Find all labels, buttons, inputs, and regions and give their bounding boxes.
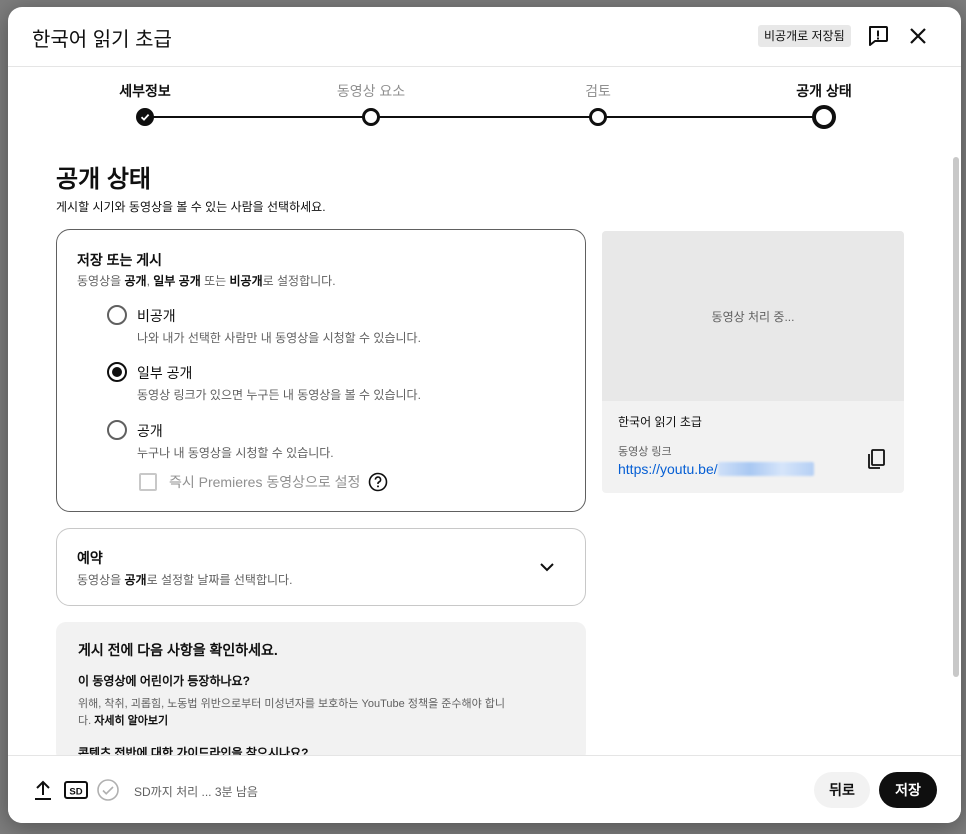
premiere-option: 즉시 Premieres 동영상으로 설정 [139,471,388,493]
radio-unlisted[interactable]: 일부 공개 동영상 링크가 있으면 누구든 내 동영상을 볼 수 있습니다. [107,362,567,408]
back-button[interactable]: 뒤로 [814,772,870,808]
check-circle-icon [96,778,120,802]
dialog-header: 한국어 읽기 초급 비공개로 저장됨 [8,7,961,67]
chevron-down-icon[interactable] [537,557,557,577]
step-elements-label[interactable]: 동영상 요소 [337,81,405,101]
schedule-subtitle: 동영상을 공개로 설정할 날짜를 선택합니다. [77,573,293,587]
schedule-title: 예약 [77,550,103,566]
radio-unlisted-label: 일부 공개 [137,365,193,381]
radio-private-desc: 나와 내가 선택한 사람만 내 동영상을 시청할 수 있습니다. [137,331,421,345]
radio-public[interactable]: 공개 누구나 내 동영상을 시청할 수 있습니다. [107,420,567,466]
video-link[interactable]: https://youtu.be/ [618,461,814,477]
schedule-card[interactable]: 예약 동영상을 공개로 설정할 날짜를 선택합니다. [56,528,586,606]
radio-public-label: 공개 [137,423,163,439]
radio-public-desc: 누구나 내 동영상을 시청할 수 있습니다. [137,446,334,460]
save-or-publish-title: 저장 또는 게시 [77,252,163,268]
step-details-check-icon[interactable] [136,108,154,126]
saved-status-badge: 비공개로 저장됨 [758,25,851,47]
processing-status: SD까지 처리 ... 3분 남음 [134,785,258,799]
sd-icon: SD [64,778,88,802]
upload-stepper: 세부정보 동영상 요소 검토 공개 상태 [8,67,961,143]
save-button[interactable]: 저장 [879,772,937,808]
save-or-publish-card: 저장 또는 게시 동영상을 공개, 일부 공개 또는 비공개로 설정합니다. 비… [56,229,586,512]
dialog-content: 공개 상태 게시할 시기와 동영상을 볼 수 있는 사람을 선택하세요. 저장 … [8,143,961,755]
premiere-label: 즉시 Premieres 동영상으로 설정 [169,474,361,490]
pre-publish-notice: 게시 전에 다음 사항을 확인하세요. 이 동영상에 어린이가 등장하나요? 위… [56,622,586,755]
step-checks-dot[interactable] [589,108,607,126]
radio-public-circle[interactable] [107,420,127,440]
radio-unlisted-circle[interactable] [107,362,127,382]
visibility-dialog: 한국어 읽기 초급 비공개로 저장됨 세부정보 동영상 요소 검토 공개 상태 … [8,7,961,823]
preview-video-title: 한국어 읽기 초급 [618,415,702,429]
step-elements-dot[interactable] [362,108,380,126]
step-visibility-dot[interactable] [812,105,836,129]
processing-text: 동영상 처리 중... [711,309,795,324]
upload-icon [32,778,54,802]
scrollbar[interactable] [953,157,959,677]
video-preview-card: 동영상 처리 중... 한국어 읽기 초급 동영상 링크 https://you… [602,231,904,493]
notice-body: 위해, 착취, 괴롭힘, 노동법 위반으로부터 미성년자를 보호하는 YouTu… [78,698,506,727]
page-subtitle: 게시할 시기와 동영상을 볼 수 있는 사람을 선택하세요. [56,200,326,214]
notice-question-guidelines: 콘텐츠 전반에 대한 가이드라인을 찾으시나요? [78,746,309,755]
step-details-label[interactable]: 세부정보 [119,81,171,101]
close-icon[interactable] [905,23,931,49]
save-or-publish-subtitle: 동영상을 공개, 일부 공개 또는 비공개로 설정합니다. [77,274,336,288]
blurred-video-id [717,462,814,476]
page-title: 공개 상태 [56,166,151,193]
notice-question-children: 이 동영상에 어린이가 등장하나요? [78,674,250,688]
help-icon[interactable] [368,472,388,492]
notice-title: 게시 전에 다음 사항을 확인하세요. [78,642,278,658]
dialog-footer: SD SD까지 처리 ... 3분 남음 뒤로 저장 [8,755,961,823]
radio-private-label: 비공개 [137,308,176,324]
sd-icon-text: SD [69,787,82,798]
video-link-label: 동영상 링크 [618,446,672,458]
learn-more-link[interactable]: 자세히 알아보기 [94,715,168,727]
step-visibility-label[interactable]: 공개 상태 [796,81,851,101]
radio-private-circle[interactable] [107,305,127,325]
step-checks-label[interactable]: 검토 [585,81,611,101]
copy-icon[interactable] [864,447,888,471]
dialog-title: 한국어 읽기 초급 [32,29,172,51]
stepper-line [145,116,825,118]
radio-unlisted-desc: 동영상 링크가 있으면 누구든 내 동영상을 볼 수 있습니다. [137,388,421,402]
radio-private[interactable]: 비공개 나와 내가 선택한 사람만 내 동영상을 시청할 수 있습니다. [107,305,567,351]
video-thumbnail: 동영상 처리 중... [602,231,904,401]
premiere-checkbox[interactable] [139,473,157,491]
feedback-icon[interactable] [865,23,891,49]
